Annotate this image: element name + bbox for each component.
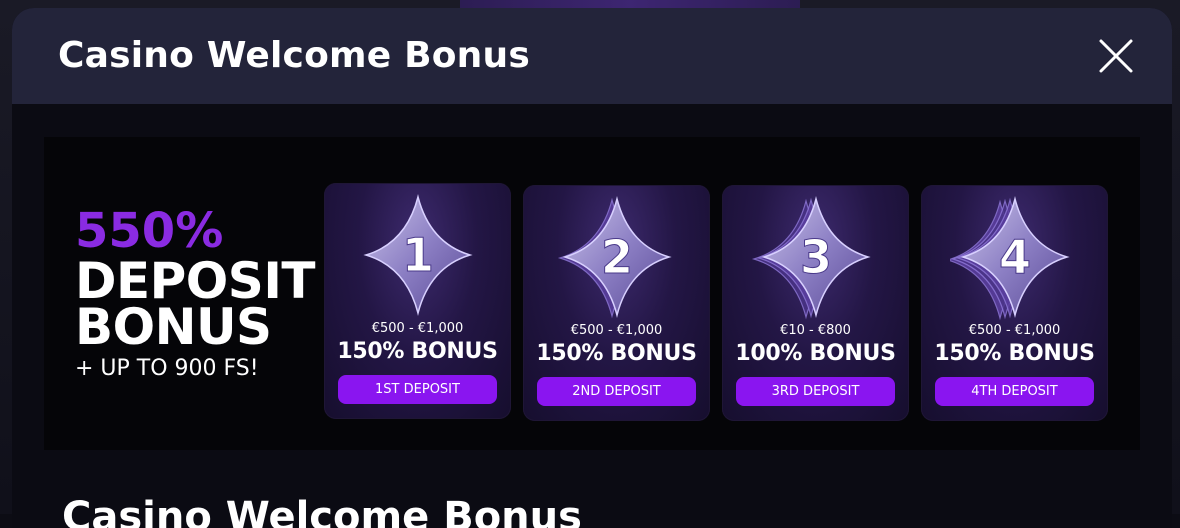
card-number: 2	[601, 230, 633, 284]
star-1-icon: 1	[363, 194, 473, 316]
welcome-bonus-banner: 550% DEPOSIT BONUS + UP TO 900 FS! 1 €50…	[44, 137, 1140, 450]
deposit-card-2: 2 €500 - €1,000 150% BONUS 2ND DEPOSIT	[523, 185, 710, 421]
deposit-bonus: 150% BONUS	[934, 341, 1095, 366]
star-2-icon: 2	[557, 196, 672, 319]
card-number: 3	[800, 230, 832, 284]
promo-free-spins: + UP TO 900 FS!	[75, 356, 259, 381]
deposit-range: €500 - €1,000	[371, 321, 464, 336]
deposit-card-1: 1 €500 - €1,000 150% BONUS 1ST DEPOSIT	[324, 183, 511, 419]
deposit-range: €500 - €1,000	[968, 323, 1061, 338]
deposit-bonus: 150% BONUS	[337, 339, 498, 364]
deposit-card-4: 4 €500 - €1,000 150% BONUS 4TH DEPOSIT	[921, 185, 1108, 421]
deposit-bonus: 100% BONUS	[735, 341, 896, 366]
card-number: 1	[402, 228, 434, 282]
deposit-range: €500 - €1,000	[570, 323, 663, 338]
deposit-button-3[interactable]: 3RD DEPOSIT	[736, 377, 895, 406]
promo-line-bonus: BONUS	[75, 298, 272, 356]
section-heading: Casino Welcome Bonus	[62, 494, 582, 528]
deposit-button-2[interactable]: 2ND DEPOSIT	[537, 377, 696, 406]
promo-percent: 550%	[75, 203, 224, 259]
deposit-button-4[interactable]: 4TH DEPOSIT	[935, 377, 1094, 406]
modal-header: Casino Welcome Bonus	[12, 8, 1172, 104]
backdrop-glow	[460, 0, 800, 8]
deposit-range: €10 - €800	[780, 323, 851, 338]
close-icon	[1099, 39, 1133, 73]
close-button[interactable]	[1094, 34, 1138, 78]
star-3-icon: 3	[751, 196, 871, 320]
deposit-bonus: 150% BONUS	[536, 341, 697, 366]
bonus-modal: Casino Welcome Bonus 550% DEPOSIT BONUS …	[12, 8, 1172, 528]
modal-title: Casino Welcome Bonus	[58, 35, 530, 76]
star-4-icon: 4	[950, 196, 1070, 321]
deposit-button-1[interactable]: 1ST DEPOSIT	[338, 375, 497, 404]
card-number: 4	[999, 230, 1031, 284]
deposit-card-3: 3 €10 - €800 100% BONUS 3RD DEPOSIT	[722, 185, 909, 421]
